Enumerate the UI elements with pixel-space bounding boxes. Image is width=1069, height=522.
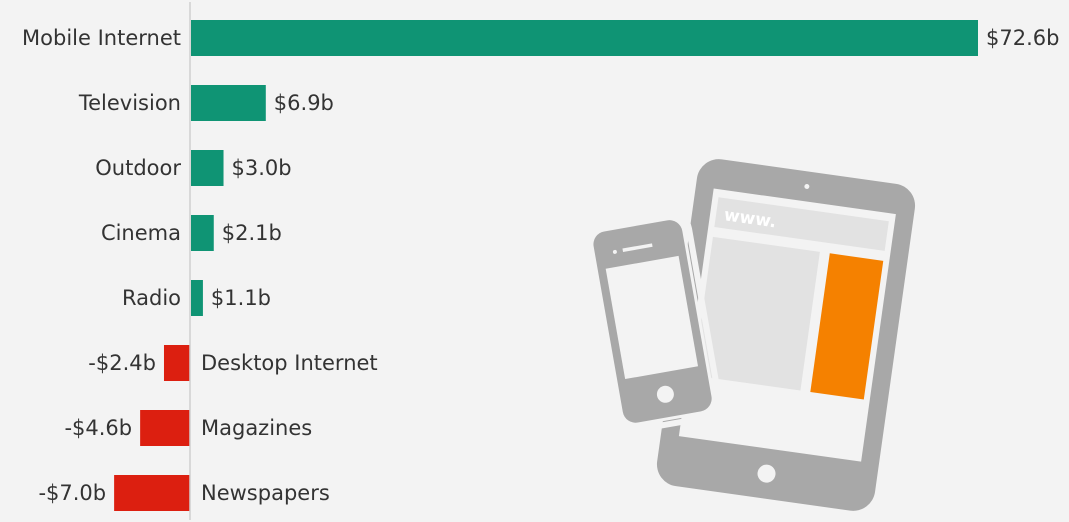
- bar-desktop-internet: [163, 345, 190, 381]
- bar-newspapers: [114, 475, 190, 511]
- bar-outdoor: [191, 150, 224, 186]
- bar-cinema: [191, 215, 214, 251]
- category-label-desktop-internet: Desktop Internet: [201, 351, 378, 375]
- value-label-desktop-internet: -$2.4b: [88, 351, 156, 375]
- category-label-outdoor: Outdoor: [95, 156, 181, 180]
- chart-container: Mobile Internet $72.6b Television $6.9b Outd…: [0, 0, 1069, 522]
- category-label-newspapers: Newspapers: [201, 481, 330, 505]
- category-label-radio: Radio: [122, 286, 181, 310]
- bar-mobile-internet: [191, 20, 978, 56]
- value-label-radio: $1.1b: [211, 286, 271, 310]
- value-label-magazines: -$4.6b: [64, 416, 132, 440]
- value-label-outdoor: $3.0b: [232, 156, 292, 180]
- bar-radio: [191, 280, 203, 316]
- value-label-television: $6.9b: [274, 91, 334, 115]
- bar-chart: Mobile Internet $72.6b Television $6.9b Outd…: [22, 2, 1059, 520]
- value-label-cinema: $2.1b: [222, 221, 282, 245]
- category-label-cinema: Cinema: [101, 221, 181, 245]
- devices-illustration: www.: [583, 159, 916, 511]
- category-label-magazines: Magazines: [201, 416, 312, 440]
- category-label-mobile-internet: Mobile Internet: [22, 26, 181, 50]
- bar-television: [191, 85, 266, 121]
- bar-magazines: [140, 410, 190, 446]
- category-label-television: Television: [78, 91, 181, 115]
- value-label-newspapers: -$7.0b: [38, 481, 106, 505]
- value-label-mobile-internet: $72.6b: [986, 26, 1059, 50]
